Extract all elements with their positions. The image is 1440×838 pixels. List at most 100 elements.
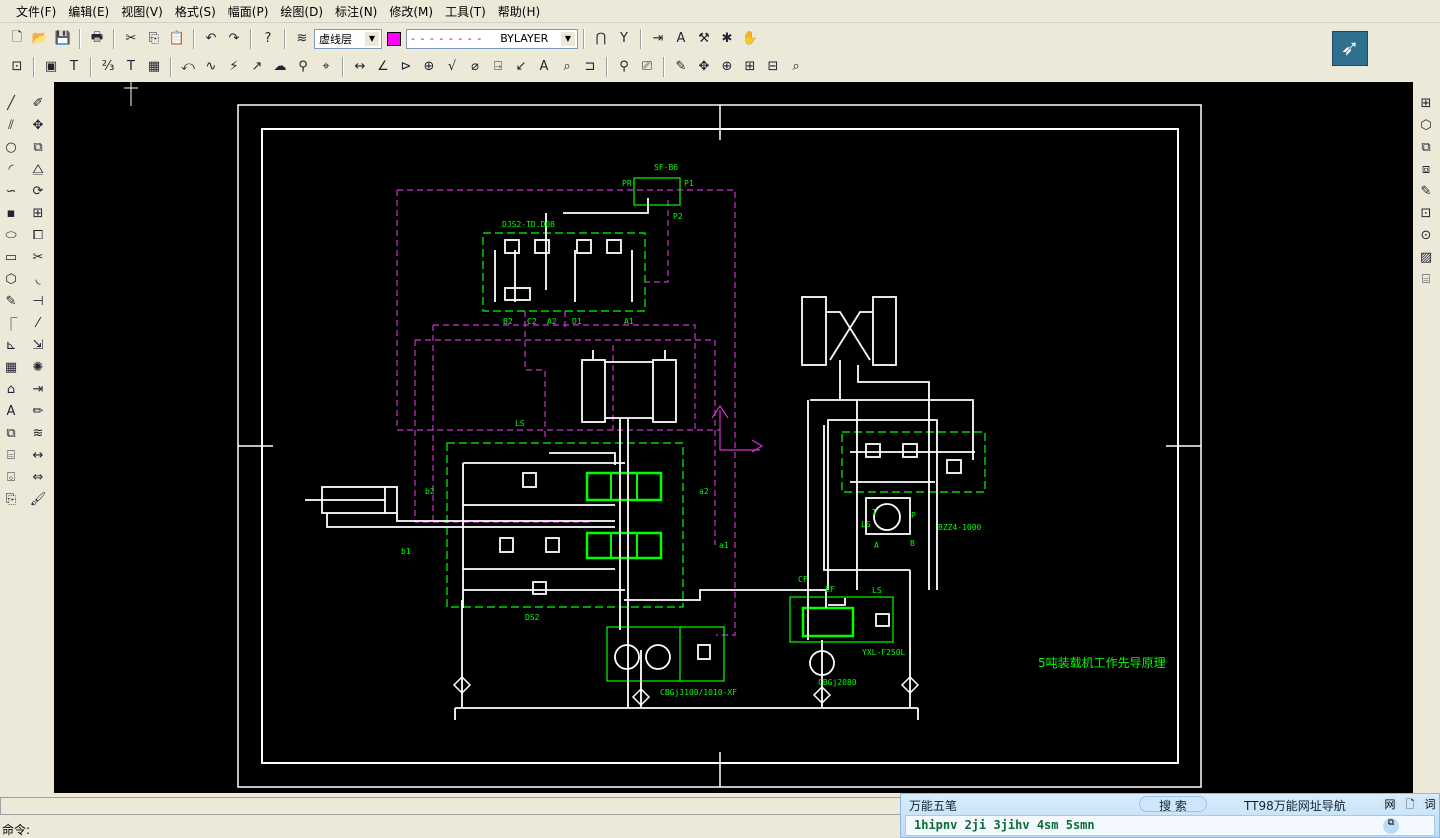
cut-icon[interactable]: ✂ bbox=[120, 28, 142, 50]
chamfer-icon[interactable]: ⊾ bbox=[0, 334, 22, 356]
ellipse-icon[interactable]: ⬭ bbox=[0, 224, 22, 246]
hand-icon[interactable]: ✋ bbox=[739, 28, 761, 50]
cut-view-icon[interactable]: ⧉ bbox=[1415, 136, 1437, 158]
command-prompt[interactable]: 命令: bbox=[2, 821, 30, 838]
curve-icon[interactable]: ⤺ bbox=[177, 56, 199, 78]
break-icon[interactable]: ⁄ bbox=[27, 312, 49, 334]
hatch-view-icon[interactable]: ▨ bbox=[1415, 246, 1437, 268]
arc-icon[interactable]: ◜ bbox=[0, 158, 22, 180]
cloud-icon[interactable]: ☁ bbox=[269, 56, 291, 78]
part-view-icon[interactable]: ⧈ bbox=[1415, 158, 1437, 180]
layer-select[interactable]: 虚线层 ▼ bbox=[314, 28, 382, 49]
hole-icon[interactable]: ⌺ bbox=[0, 466, 22, 488]
polygon-icon[interactable]: ⬡ bbox=[0, 268, 22, 290]
pos-icon[interactable]: ⊐ bbox=[579, 56, 601, 78]
menu-item[interactable]: 标注(N) bbox=[329, 3, 383, 20]
menu-item[interactable]: 绘图(D) bbox=[274, 3, 329, 20]
pencil-icon[interactable]: ✎ bbox=[670, 56, 692, 78]
chevron-down-icon[interactable]: ▼ bbox=[561, 31, 575, 46]
redo-icon[interactable]: ↷ bbox=[223, 28, 245, 50]
tool-icon[interactable]: ✱ bbox=[716, 28, 738, 50]
detail-icon[interactable]: ⚲ bbox=[292, 56, 314, 78]
explode-icon[interactable]: ✺ bbox=[27, 356, 49, 378]
library-icon[interactable]: ⌸ bbox=[0, 444, 22, 466]
layer-icon[interactable]: ≋ bbox=[291, 28, 313, 50]
chevron-down-icon[interactable]: ▼ bbox=[365, 31, 379, 46]
plot-icon[interactable]: ⎚ bbox=[636, 56, 658, 78]
line-icon[interactable]: ╱ bbox=[0, 92, 22, 114]
layer-icon[interactable]: ≋ bbox=[27, 422, 49, 444]
view-icon[interactable]: ⊞ bbox=[1415, 92, 1437, 114]
drawing-canvas[interactable]: SF-B6 PR P1 P2 DJS2-TD.D08 B2 C2 A2 D1 A… bbox=[54, 82, 1413, 793]
trim-icon[interactable]: ✂ bbox=[27, 246, 49, 268]
dimension-icon[interactable]: ↔ bbox=[349, 56, 371, 78]
ime-candidates[interactable]: 1hipnv 2ji 3jihv 4sm 5smn bbox=[905, 815, 1435, 836]
menu-item[interactable]: 帮助(H) bbox=[492, 3, 546, 20]
align-icon[interactable]: ⇥ bbox=[27, 378, 49, 400]
weld-icon[interactable]: ⊕ bbox=[418, 56, 440, 78]
new-icon[interactable]: 🗋 bbox=[6, 28, 28, 50]
text-icon[interactable]: A bbox=[533, 56, 555, 78]
ime-page-button[interactable]: 🗋 bbox=[1401, 796, 1419, 812]
brush-icon[interactable]: 🖌 bbox=[27, 488, 49, 510]
hatch-icon[interactable]: ▦ bbox=[0, 356, 22, 378]
frame-icon[interactable]: ▣ bbox=[40, 56, 62, 78]
search-text-icon[interactable]: ⌕ bbox=[556, 56, 578, 78]
menu-item[interactable]: 视图(V) bbox=[115, 3, 169, 20]
print-icon[interactable]: 🖶 bbox=[86, 28, 108, 50]
menu-item[interactable]: 格式(S) bbox=[169, 3, 222, 20]
save-icon[interactable]: 💾 bbox=[52, 28, 74, 50]
section-icon[interactable]: ⊡ bbox=[1415, 202, 1437, 224]
scale-icon[interactable]: ⧠ bbox=[27, 224, 49, 246]
ime-nav-link[interactable]: TT98万能网址导航 bbox=[1244, 797, 1346, 814]
query-icon[interactable]: ⚲ bbox=[613, 56, 635, 78]
rotate-icon[interactable]: ⟳ bbox=[27, 180, 49, 202]
stretch-icon[interactable]: ⇲ bbox=[27, 334, 49, 356]
ime-search-button[interactable]: 搜 索 bbox=[1139, 796, 1207, 813]
open-icon[interactable]: 📂 bbox=[29, 28, 51, 50]
zoom-window-icon[interactable]: ⊞ bbox=[739, 56, 761, 78]
text-style-icon[interactable]: A bbox=[670, 28, 692, 50]
roughness-icon[interactable]: √ bbox=[441, 56, 463, 78]
undo-icon[interactable]: ↶ bbox=[200, 28, 222, 50]
offset-icon[interactable]: ⎾ bbox=[0, 312, 22, 334]
label-icon[interactable]: ⍈ bbox=[487, 56, 509, 78]
copy-icon[interactable]: ⧉ bbox=[27, 136, 49, 158]
zoom-all-icon[interactable]: ⌕ bbox=[785, 56, 807, 78]
sequence-icon[interactable]: ⅔ bbox=[97, 56, 119, 78]
datum-icon[interactable]: ⊳ bbox=[395, 56, 417, 78]
move-icon[interactable]: ✥ bbox=[27, 114, 49, 136]
array-icon[interactable]: ⊞ bbox=[27, 202, 49, 224]
mirror-icon[interactable]: ⧋ bbox=[27, 158, 49, 180]
measure-icon[interactable]: ⇥ bbox=[647, 28, 669, 50]
double-line-icon[interactable]: ⫽ bbox=[0, 114, 22, 136]
spring-icon[interactable]: ∿ bbox=[200, 56, 222, 78]
menu-item[interactable]: 编辑(E) bbox=[62, 3, 115, 20]
leader-icon[interactable]: ↙ bbox=[510, 56, 532, 78]
manage-icon[interactable]: ⌸ bbox=[1415, 268, 1437, 290]
menu-item[interactable]: 修改(M) bbox=[383, 3, 439, 20]
paste-icon[interactable]: 📋 bbox=[166, 28, 188, 50]
menu-item[interactable]: 文件(F) bbox=[10, 3, 62, 20]
part-icon[interactable]: ⎘ bbox=[0, 488, 22, 510]
polyline-icon[interactable]: ✎ bbox=[0, 290, 22, 312]
eraser-icon[interactable]: ✐ bbox=[27, 92, 49, 114]
ime-word-button[interactable]: 词 bbox=[1421, 796, 1439, 812]
hatch-icon[interactable]: ⚒ bbox=[693, 28, 715, 50]
arrow-icon[interactable]: ↗ bbox=[246, 56, 268, 78]
zoom-in-icon[interactable]: ⊕ bbox=[716, 56, 738, 78]
circle-icon[interactable]: ○ bbox=[0, 136, 22, 158]
zoom-prev-icon[interactable]: ⊟ bbox=[762, 56, 784, 78]
dim-edit-icon[interactable]: ↔ bbox=[27, 444, 49, 466]
filter-icon[interactable]: Y bbox=[613, 28, 635, 50]
bom-icon[interactable]: ▦ bbox=[143, 56, 165, 78]
center-icon[interactable]: ⌖ bbox=[315, 56, 337, 78]
copy-icon[interactable]: ⎘ bbox=[143, 28, 165, 50]
detail-icon[interactable]: ⊙ bbox=[1415, 224, 1437, 246]
angle-dim-icon[interactable]: ∠ bbox=[372, 56, 394, 78]
insert-icon[interactable]: ⧉ bbox=[0, 422, 22, 444]
menu-item[interactable]: 工具(T) bbox=[439, 3, 492, 20]
fillet-icon[interactable]: ◟ bbox=[27, 268, 49, 290]
menu-item[interactable]: 幅面(P) bbox=[222, 3, 275, 20]
pan-icon[interactable]: ✥ bbox=[693, 56, 715, 78]
